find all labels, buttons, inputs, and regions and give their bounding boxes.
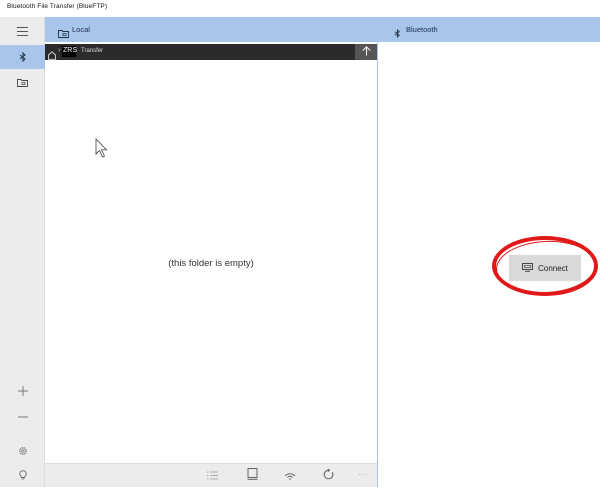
refresh-button[interactable] [319, 468, 337, 484]
settings-button[interactable] [0, 439, 45, 463]
nav-bluetooth-button[interactable] [0, 45, 45, 69]
connect-button[interactable]: Connect [509, 255, 581, 281]
plus-icon [17, 386, 28, 396]
computer-icon [522, 259, 534, 277]
path-bar: › ZRS Transfer [45, 44, 377, 60]
up-folder-button[interactable] [355, 44, 377, 60]
nav-local-button[interactable] [0, 70, 45, 94]
more-options-button[interactable]: ··· [358, 470, 369, 479]
path-folder[interactable]: Transfer [81, 48, 103, 54]
left-rail [0, 17, 45, 487]
local-pane-title: Local [72, 25, 90, 34]
empty-folder-message: (this folder is empty) [168, 258, 254, 269]
local-pane-header[interactable]: Local [45, 17, 377, 42]
gear-icon [18, 446, 28, 456]
bluetooth-icon [394, 25, 401, 43]
zoom-in-button[interactable] [0, 379, 45, 403]
folder-icon [58, 25, 69, 43]
title-bar: Bluetooth File Transfer (BlueFTP) [0, 0, 608, 17]
select-list-button[interactable] [203, 468, 221, 484]
list-icon [206, 467, 218, 485]
lightbulb-icon [18, 469, 27, 481]
home-icon[interactable] [48, 47, 56, 65]
minus-icon [17, 416, 28, 418]
path-separator: › [58, 47, 61, 54]
path-segment[interactable]: ZRS [63, 47, 77, 54]
device-button[interactable] [243, 468, 261, 484]
window-bottom-edge [0, 487, 608, 497]
menu-button[interactable] [0, 19, 45, 43]
up-arrow-icon [361, 43, 371, 61]
folder-icon [17, 78, 28, 87]
refresh-icon [323, 467, 334, 485]
mouse-cursor-icon [95, 137, 109, 163]
signal-icon [284, 467, 296, 485]
tips-button[interactable] [0, 463, 45, 487]
pane-divider[interactable] [377, 17, 378, 487]
connect-label: Connect [538, 263, 568, 273]
bluetooth-pane-header[interactable]: Bluetooth [378, 17, 600, 42]
zoom-out-button[interactable] [0, 405, 45, 429]
bluetooth-icon [19, 52, 27, 62]
window-title: Bluetooth File Transfer (BlueFTP) [7, 3, 108, 10]
bluetooth-pane-title: Bluetooth [406, 25, 438, 34]
device-icon [247, 467, 258, 485]
signal-button[interactable] [281, 468, 299, 484]
bottom-toolbar: ··· [45, 463, 377, 487]
hamburger-icon [17, 26, 28, 36]
